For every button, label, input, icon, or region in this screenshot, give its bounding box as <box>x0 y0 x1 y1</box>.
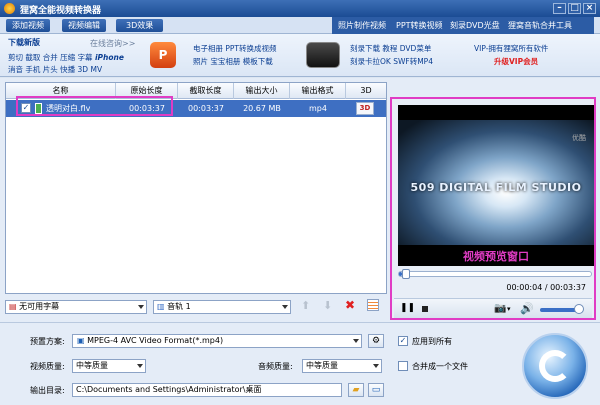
row-clip-length: 00:03:37 <box>188 104 224 113</box>
audio-quality-select[interactable]: 中等质量 <box>302 359 382 373</box>
settings-panel: 预置方案: ▣ MPEG-4 AVC Video Format(*.mp4) ⚙… <box>0 322 600 405</box>
promo2-line2[interactable]: 刻录卡拉OK SWF转MP4 <box>350 56 433 67</box>
merge-label[interactable]: 合并成一个文件 <box>412 361 468 372</box>
phone-dvd-icon[interactable] <box>306 42 340 68</box>
subtitle-select-value: 无可用字幕 <box>19 302 60 311</box>
chevron-down-icon <box>353 339 359 343</box>
menu-bar: 添加视频 视频编辑 3D效果 照片制作视频 PPT转换视频 刻录DVD光盘 狸窝… <box>0 17 600 34</box>
chevron-down-icon <box>373 364 379 368</box>
app-logo-icon <box>4 3 15 14</box>
download-new-link[interactable]: 下载新版 <box>8 37 40 48</box>
tools-line1-text[interactable]: 剪切 截取 合并 压缩 字幕 <box>8 53 93 62</box>
audio-track-icon: ▥ <box>157 302 165 311</box>
iphone-label[interactable]: iPhone <box>95 53 124 62</box>
video-screen[interactable]: 优酷 509 DIGITAL FILM STUDIO 视频预览窗口 <box>398 105 594 266</box>
vip-line1[interactable]: VIP-拥有狸窝所有软件 <box>474 43 548 54</box>
promo1-line2[interactable]: 照片 宝宝相册 模板下载 <box>193 56 273 67</box>
promo-banner: 下载新版 在线咨询>> 剪切 截取 合并 压缩 字幕 iPhone 消音 手机 … <box>0 34 600 77</box>
link-dvd-burn[interactable]: 刻录DVD光盘 <box>450 20 500 31</box>
preset-select[interactable]: ▣ MPEG-4 AVC Video Format(*.mp4) <box>72 334 362 348</box>
output-dir-field[interactable]: C:\Documents and Settings\Administrator\… <box>72 383 342 397</box>
video-quality-select[interactable]: 中等质量 <box>72 359 146 373</box>
video-quality-label: 视频质量: <box>30 362 65 371</box>
col-3d[interactable]: 3D <box>346 83 386 99</box>
subtitle-select[interactable]: ▤ 无可用字幕 <box>5 300 147 314</box>
seek-handle[interactable] <box>402 269 411 279</box>
add-video-button[interactable]: 添加视频 <box>6 19 50 32</box>
promo1-line1[interactable]: 电子相册 PPT转换成视频 <box>193 43 277 54</box>
preset-label: 预置方案: <box>30 337 65 346</box>
online-help-link[interactable]: 在线咨询>> <box>90 38 135 49</box>
player-controls: ❚❚ 📷 ▾ 🔊 <box>394 298 592 318</box>
vip-upgrade-link[interactable]: 升级VIP会员 <box>494 56 538 67</box>
tools-line-1: 剪切 截取 合并 压缩 字幕 iPhone <box>8 52 124 63</box>
link-ppt-video[interactable]: PPT转换视频 <box>396 20 443 31</box>
output-dir-label: 输出目录: <box>30 386 65 395</box>
apply-all-label[interactable]: 应用到所有 <box>412 336 452 347</box>
top-links: 照片制作视频 PPT转换视频 刻录DVD光盘 狸窝音轨合并工具 <box>332 17 594 34</box>
snapshot-dropdown-icon[interactable]: ▾ <box>507 305 511 313</box>
stop-icon[interactable] <box>422 306 428 312</box>
chevron-down-icon <box>282 305 288 309</box>
link-audio-merge[interactable]: 狸窝音轨合并工具 <box>508 20 572 31</box>
convert-button[interactable] <box>522 333 588 399</box>
snapshot-camera-icon[interactable]: 📷 <box>494 303 506 314</box>
audio-quality-value: 中等质量 <box>306 361 338 370</box>
audio-quality-label: 音频质量: <box>258 362 293 371</box>
volume-icon[interactable]: 🔊 <box>520 302 534 315</box>
format-icon: ▣ <box>77 336 85 345</box>
video-edit-button[interactable]: 视频编辑 <box>62 19 106 32</box>
subtitle-audio-bar: ▤ 无可用字幕 ▥ 音轨 1 ⬆ ⬇ ✖ <box>5 297 387 317</box>
promo2-line1[interactable]: 刻录下载 教程 DVD菜单 <box>350 43 431 54</box>
open-folder-icon[interactable]: ▭ <box>368 383 384 397</box>
delete-icon[interactable]: ✖ <box>345 298 355 312</box>
move-up-icon[interactable]: ⬆ <box>301 299 310 312</box>
video-watermark: 优酷 <box>572 134 586 142</box>
audio-track-select[interactable]: ▥ 音轨 1 <box>153 300 291 314</box>
row-highlight-box <box>16 96 173 116</box>
col-clip-length[interactable]: 截取长度 <box>178 83 234 99</box>
col-output-format[interactable]: 输出格式 <box>290 83 346 99</box>
3d-setting-icon[interactable]: 3D <box>356 102 374 115</box>
preset-select-value: MPEG-4 AVC Video Format(*.mp4) <box>87 336 224 345</box>
merge-checkbox[interactable] <box>398 361 408 371</box>
video-quality-value: 中等质量 <box>76 361 108 370</box>
preset-settings-icon[interactable]: ⚙ <box>368 334 384 348</box>
row-output-format: mp4 <box>309 104 327 113</box>
tools-line-2[interactable]: 消音 手机 片头 快播 3D MV <box>8 64 102 75</box>
link-photo-video[interactable]: 照片制作视频 <box>338 20 386 31</box>
time-readout: 00:00:04 / 00:03:37 <box>506 283 586 292</box>
list-settings-icon[interactable] <box>367 299 379 311</box>
browse-folder-icon[interactable]: ▰ <box>348 383 364 397</box>
apply-all-checkbox[interactable]: ✓ <box>398 336 408 346</box>
effects-3d-button[interactable]: 3D效果 <box>116 19 164 32</box>
col-output-size[interactable]: 输出大小 <box>234 83 290 99</box>
minimize-icon[interactable]: – <box>553 3 566 14</box>
maximize-icon[interactable]: □ <box>568 3 581 14</box>
close-icon[interactable]: × <box>583 3 596 14</box>
preview-caption: 视频预览窗口 <box>463 250 529 263</box>
subtitle-icon: ▤ <box>9 302 17 311</box>
chevron-down-icon <box>137 364 143 368</box>
ppt-icon[interactable]: P <box>150 42 176 68</box>
audio-track-value: 音轨 1 <box>167 302 191 311</box>
chevron-down-icon <box>138 305 144 309</box>
output-dir-value: C:\Documents and Settings\Administrator\… <box>76 385 262 394</box>
window-title: 狸窝全能视频转换器 <box>20 6 102 16</box>
row-output-size: 20.67 MB <box>243 104 281 113</box>
convert-arrow-icon <box>539 350 571 382</box>
volume-handle[interactable] <box>574 304 585 314</box>
move-down-icon[interactable]: ⬇ <box>323 299 332 312</box>
video-studio-text: 509 DIGITAL FILM STUDIO <box>410 181 582 194</box>
preview-panel: 优酷 509 DIGITAL FILM STUDIO 视频预览窗口 00:00:… <box>390 97 596 320</box>
seek-bar[interactable] <box>398 269 592 279</box>
title-bar: 狸窝全能视频转换器 – □ × <box>0 0 600 17</box>
pause-icon[interactable]: ❚❚ <box>400 303 415 313</box>
